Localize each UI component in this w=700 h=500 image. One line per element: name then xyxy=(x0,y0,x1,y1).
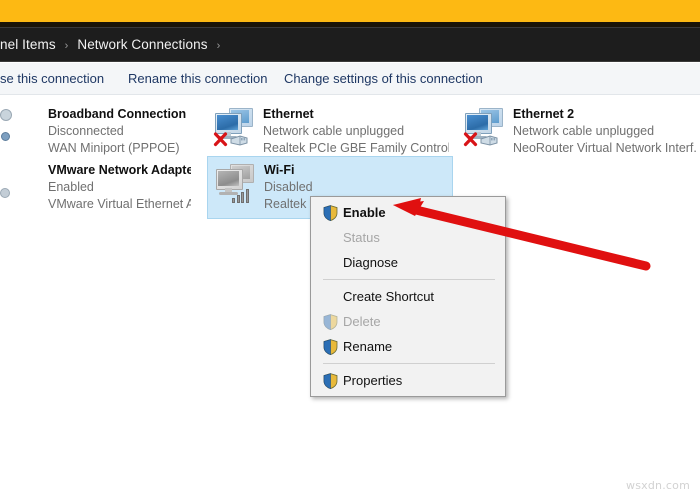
connection-item-ethernet[interactable]: Ethernet Network cable unplugged Realtek… xyxy=(207,101,455,162)
connection-name: Wi-Fi xyxy=(264,162,319,179)
menu-item-properties[interactable]: Properties xyxy=(311,368,505,393)
uac-shield-icon xyxy=(317,339,343,355)
menu-item-enable[interactable]: Enable xyxy=(311,200,505,225)
menu-item-label: Status xyxy=(343,230,380,245)
connection-item-broadband-connection[interactable]: Broadband Connection Disconnected WAN Mi… xyxy=(0,101,197,162)
connection-device: VMware Virtual Ethernet Adapter ... xyxy=(48,196,191,213)
red-x-icon xyxy=(463,132,478,147)
breadcrumb[interactable]: nel Items › Network Connections › xyxy=(0,27,700,62)
connection-device: WAN Miniport (PPPOE) xyxy=(48,140,186,157)
connection-status: Network cable unplugged xyxy=(513,123,697,140)
connection-name: Broadband Connection xyxy=(48,106,186,123)
uac-shield-icon xyxy=(317,314,343,330)
ethernet-unplugged-icon xyxy=(463,106,509,150)
connection-name: VMware Network Adapter VMnet8 xyxy=(48,162,191,179)
menu-item-label: Properties xyxy=(343,373,402,388)
menu-item-delete[interactable]: Delete xyxy=(311,309,505,334)
connection-item-vmware-network-adapter-vmnet8[interactable]: VMware Network Adapter VMnet8 Enabled VM… xyxy=(0,157,197,218)
menu-item-diagnose[interactable]: Diagnose xyxy=(311,250,505,275)
menu-item-label: Enable xyxy=(343,205,386,220)
watermark: wsxdn.com xyxy=(626,479,690,492)
context-menu: Enable Status Diagnose Create Shortcut D… xyxy=(310,196,506,397)
menu-item-create-shortcut[interactable]: Create Shortcut xyxy=(311,284,505,309)
ethernet-unplugged-icon xyxy=(213,106,259,150)
connection-status: Network cable unplugged xyxy=(263,123,449,140)
red-x-icon xyxy=(213,132,228,147)
signal-bars-icon xyxy=(232,188,252,203)
menu-item-rename[interactable]: Rename xyxy=(311,334,505,359)
connection-device: NeoRouter Virtual Network Interf... xyxy=(513,140,697,157)
toolbar-link-change-settings[interactable]: Change settings of this connection xyxy=(284,71,483,86)
menu-item-label: Create Shortcut xyxy=(343,289,434,304)
toolbar-link-rename-this-connection[interactable]: Rename this connection xyxy=(128,71,267,86)
connection-item-ethernet-2[interactable]: Ethernet 2 Network cable unplugged NeoRo… xyxy=(457,101,700,162)
rj45-plug-icon xyxy=(229,134,249,147)
chevron-right-icon: › xyxy=(65,40,69,52)
toolbar-link-disable-this-connection[interactable]: se this connection xyxy=(0,71,104,86)
menu-item-label: Delete xyxy=(343,314,381,329)
connection-status: Disabled xyxy=(264,179,319,196)
menu-item-label: Rename xyxy=(343,339,392,354)
breadcrumb-item-control-panel-items[interactable]: nel Items xyxy=(0,37,56,52)
vmware-adapter-icon xyxy=(0,162,44,206)
rj45-plug-icon xyxy=(479,134,499,147)
connection-device: Realtek PCIe GBE Family Controller xyxy=(263,140,449,157)
menu-separator xyxy=(323,363,495,364)
connection-status: Disconnected xyxy=(48,123,186,140)
connection-name: Ethernet 2 xyxy=(513,106,697,123)
title-bar-accent-strip xyxy=(0,0,700,22)
menu-item-label: Diagnose xyxy=(343,255,398,270)
connection-name: Ethernet xyxy=(263,106,449,123)
uac-shield-icon xyxy=(317,373,343,389)
menu-item-status[interactable]: Status xyxy=(311,225,505,250)
broadband-connection-icon xyxy=(0,106,44,150)
connection-status: Enabled xyxy=(48,179,191,196)
uac-shield-icon xyxy=(317,205,343,221)
command-bar: se this connection Rename this connectio… xyxy=(0,63,700,95)
wifi-disabled-icon xyxy=(214,162,260,206)
chevron-right-icon-trailing[interactable]: › xyxy=(217,40,221,52)
breadcrumb-item-network-connections[interactable]: Network Connections xyxy=(77,37,207,52)
menu-separator xyxy=(323,279,495,280)
